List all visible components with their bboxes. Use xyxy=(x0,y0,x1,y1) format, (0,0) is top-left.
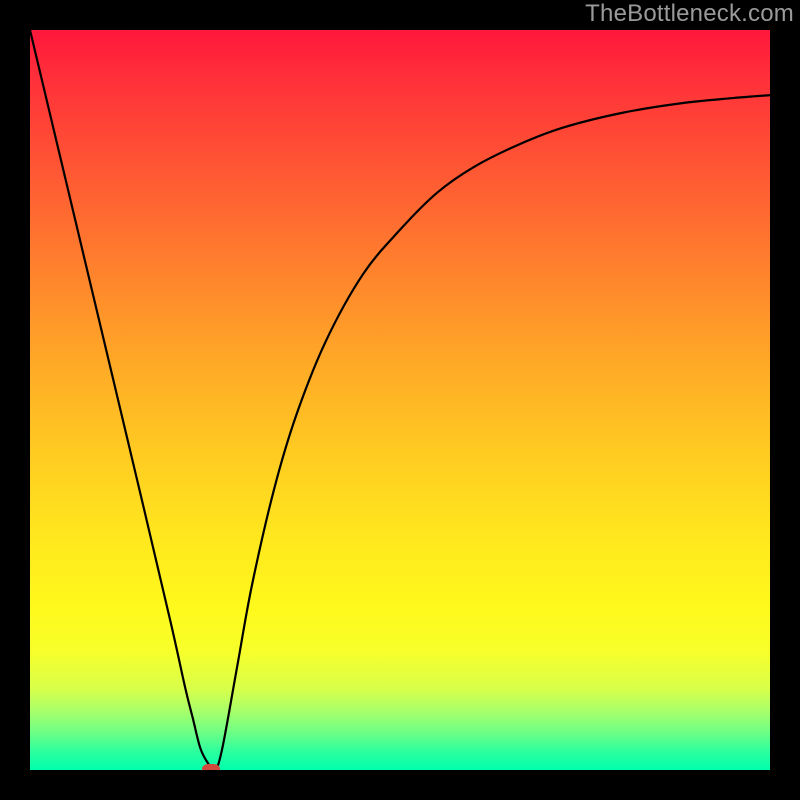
chart-canvas: TheBottleneck.com xyxy=(0,0,800,800)
plot-area xyxy=(30,30,770,770)
watermark-text: TheBottleneck.com xyxy=(585,0,794,28)
marker-dot xyxy=(202,764,220,770)
curve-path xyxy=(30,30,770,770)
chart-curve xyxy=(30,30,770,770)
